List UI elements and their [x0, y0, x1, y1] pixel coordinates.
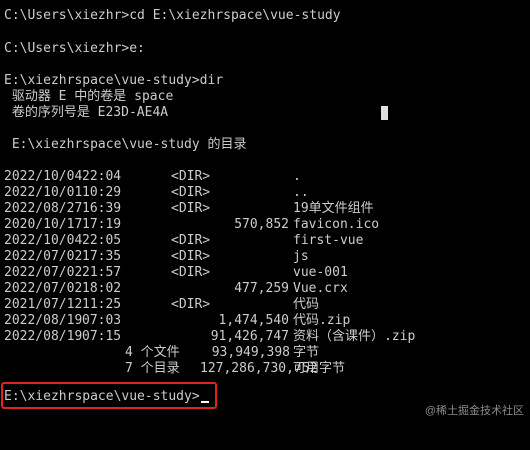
- cmd-line-drive: C:\Users\xiezhr>e:: [4, 41, 145, 56]
- console-window[interactable]: C:\Users\xiezhr>cd E:\xiezhrspace\vue-st…: [0, 0, 530, 423]
- summary-dirs: 7 个目录 127,286,730,752 可用字节: [4, 360, 524, 378]
- summary-dirs-count: 7 个目录: [125, 361, 180, 376]
- command-prompt[interactable]: E:\xiezhrspace\vue-study>: [4, 388, 209, 406]
- caret-icon: [200, 401, 209, 403]
- block-cursor-icon: [381, 106, 388, 120]
- cmd-line-cd: C:\Users\xiezhr>cd E:\xiezhrspace\vue-st…: [4, 8, 341, 23]
- prompt-text: E:\xiezhrspace\vue-study>: [4, 389, 200, 404]
- watermark: @稀土掘金技术社区: [424, 405, 524, 417]
- volume-serial-line: 卷的序列号是 E23D-AE4A: [4, 105, 169, 120]
- summary-dirs-unit: 可用字节: [293, 361, 346, 376]
- summary-dirs-size: 127,286,730,752: [200, 361, 318, 376]
- directory-heading: E:\xiezhrspace\vue-study 的目录: [4, 137, 247, 152]
